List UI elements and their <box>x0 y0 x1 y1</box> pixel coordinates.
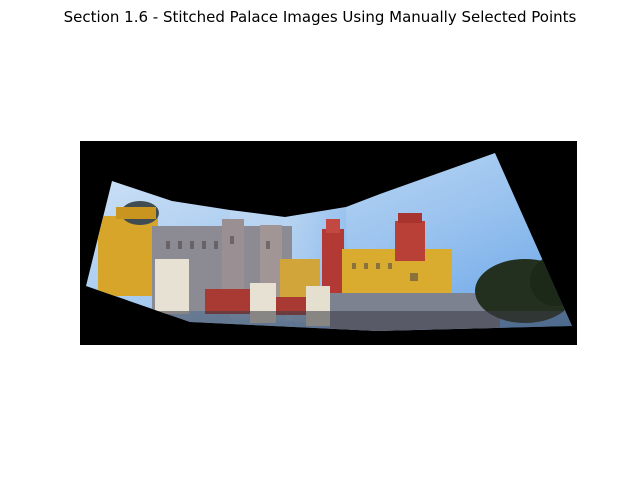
panorama-svg <box>80 141 577 345</box>
red-tower-right <box>395 221 425 261</box>
white-battlement <box>155 259 189 314</box>
red-tower-right-cap <box>398 213 422 223</box>
grey-tower <box>222 219 244 299</box>
stitched-panorama-image <box>80 141 577 345</box>
figure-title: Section 1.6 - Stitched Palace Images Usi… <box>63 8 577 26</box>
yellow-tower-crown <box>116 207 156 219</box>
red-clock-tower-top <box>326 219 340 233</box>
yellow-tower <box>98 216 158 296</box>
red-lower-wall <box>205 289 250 314</box>
figure: Section 1.6 - Stitched Palace Images Usi… <box>0 0 640 480</box>
